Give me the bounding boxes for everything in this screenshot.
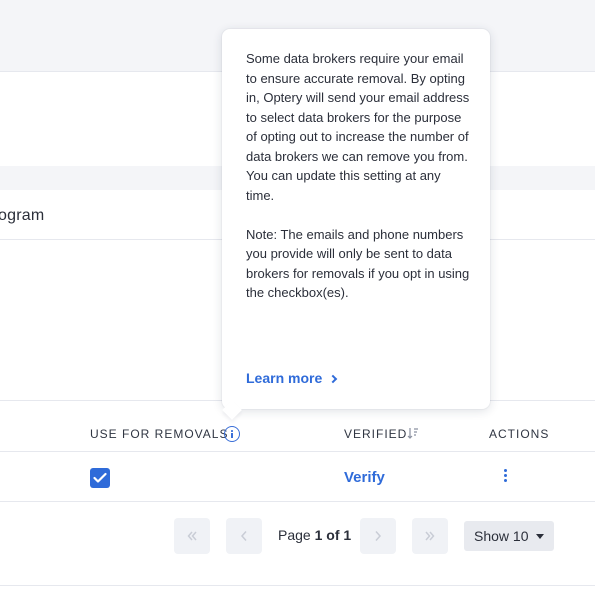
previous-page-button[interactable] <box>226 518 262 554</box>
page-size-select[interactable]: Show 10 <box>464 521 554 551</box>
double-chevron-right-icon <box>425 531 435 541</box>
learn-more-label: Learn more <box>246 370 323 386</box>
next-page-button[interactable] <box>360 518 396 554</box>
chevron-left-icon <box>240 531 247 541</box>
page-current: 1 of 1 <box>314 527 352 543</box>
section-title: ogram <box>0 207 45 224</box>
divider <box>0 585 595 586</box>
info-icon[interactable] <box>224 426 240 442</box>
page-indicator: Page 1 of 1 <box>278 527 351 543</box>
learn-more-link[interactable]: Learn more <box>246 370 338 386</box>
tooltip-note: Note: The emails and phone numbers you p… <box>246 226 470 301</box>
column-header-actions: ACTIONS <box>489 427 550 441</box>
tooltip-text: Some data brokers require your email to … <box>246 49 472 303</box>
page-prefix: Page <box>278 527 315 543</box>
verify-link[interactable]: Verify <box>344 469 385 486</box>
chevron-right-icon <box>329 374 338 384</box>
last-page-button[interactable] <box>412 518 448 554</box>
column-header-use-for-removals: USE FOR REMOVALS <box>90 427 229 441</box>
tooltip-paragraph: Some data brokers require your email to … <box>246 51 470 203</box>
caret-down-icon <box>536 534 544 539</box>
first-page-button[interactable] <box>174 518 210 554</box>
checkmark-icon <box>93 472 107 483</box>
column-header-verified[interactable]: VERIFIED <box>344 427 407 441</box>
page-size-label: Show 10 <box>474 528 529 544</box>
double-chevron-left-icon <box>187 531 197 541</box>
row-actions-menu-icon[interactable] <box>500 469 510 485</box>
sort-icon[interactable] <box>407 427 419 439</box>
table-row: Verify <box>0 452 595 502</box>
chevron-right-icon <box>375 531 382 541</box>
removals-info-tooltip: Some data brokers require your email to … <box>222 29 490 420</box>
use-for-removals-checkbox[interactable] <box>90 468 110 488</box>
